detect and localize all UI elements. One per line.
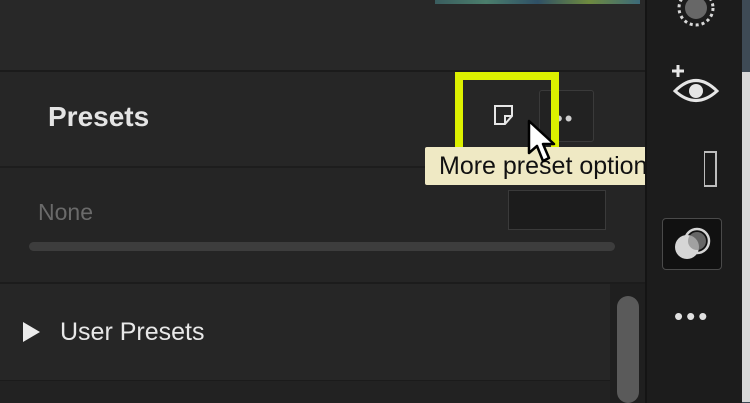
user-presets-label[interactable]: User Presets — [60, 318, 204, 347]
radial-mask-icon[interactable] — [674, 0, 718, 30]
current-preset-name: None — [38, 199, 93, 225]
disclosure-triangle-icon[interactable] — [23, 322, 40, 342]
preset-amount-slider[interactable] — [29, 242, 615, 251]
background-document-edge — [742, 72, 750, 402]
panel-top-strip — [0, 0, 645, 72]
tool-strip: ••• — [645, 0, 744, 403]
mouse-pointer-icon — [527, 119, 556, 163]
mask-overlay-button[interactable] — [662, 218, 722, 270]
more-tools-icon[interactable]: ••• — [674, 301, 710, 332]
image-preview-edge — [435, 0, 640, 4]
add-visibility-icon[interactable] — [669, 62, 721, 108]
scrollbar-thumb[interactable] — [617, 296, 639, 403]
presets-title: Presets — [48, 101, 150, 132]
preset-amount-field[interactable] — [508, 190, 606, 230]
partial-button-icon[interactable] — [704, 148, 718, 188]
mask-overlay-icon — [675, 227, 711, 259]
